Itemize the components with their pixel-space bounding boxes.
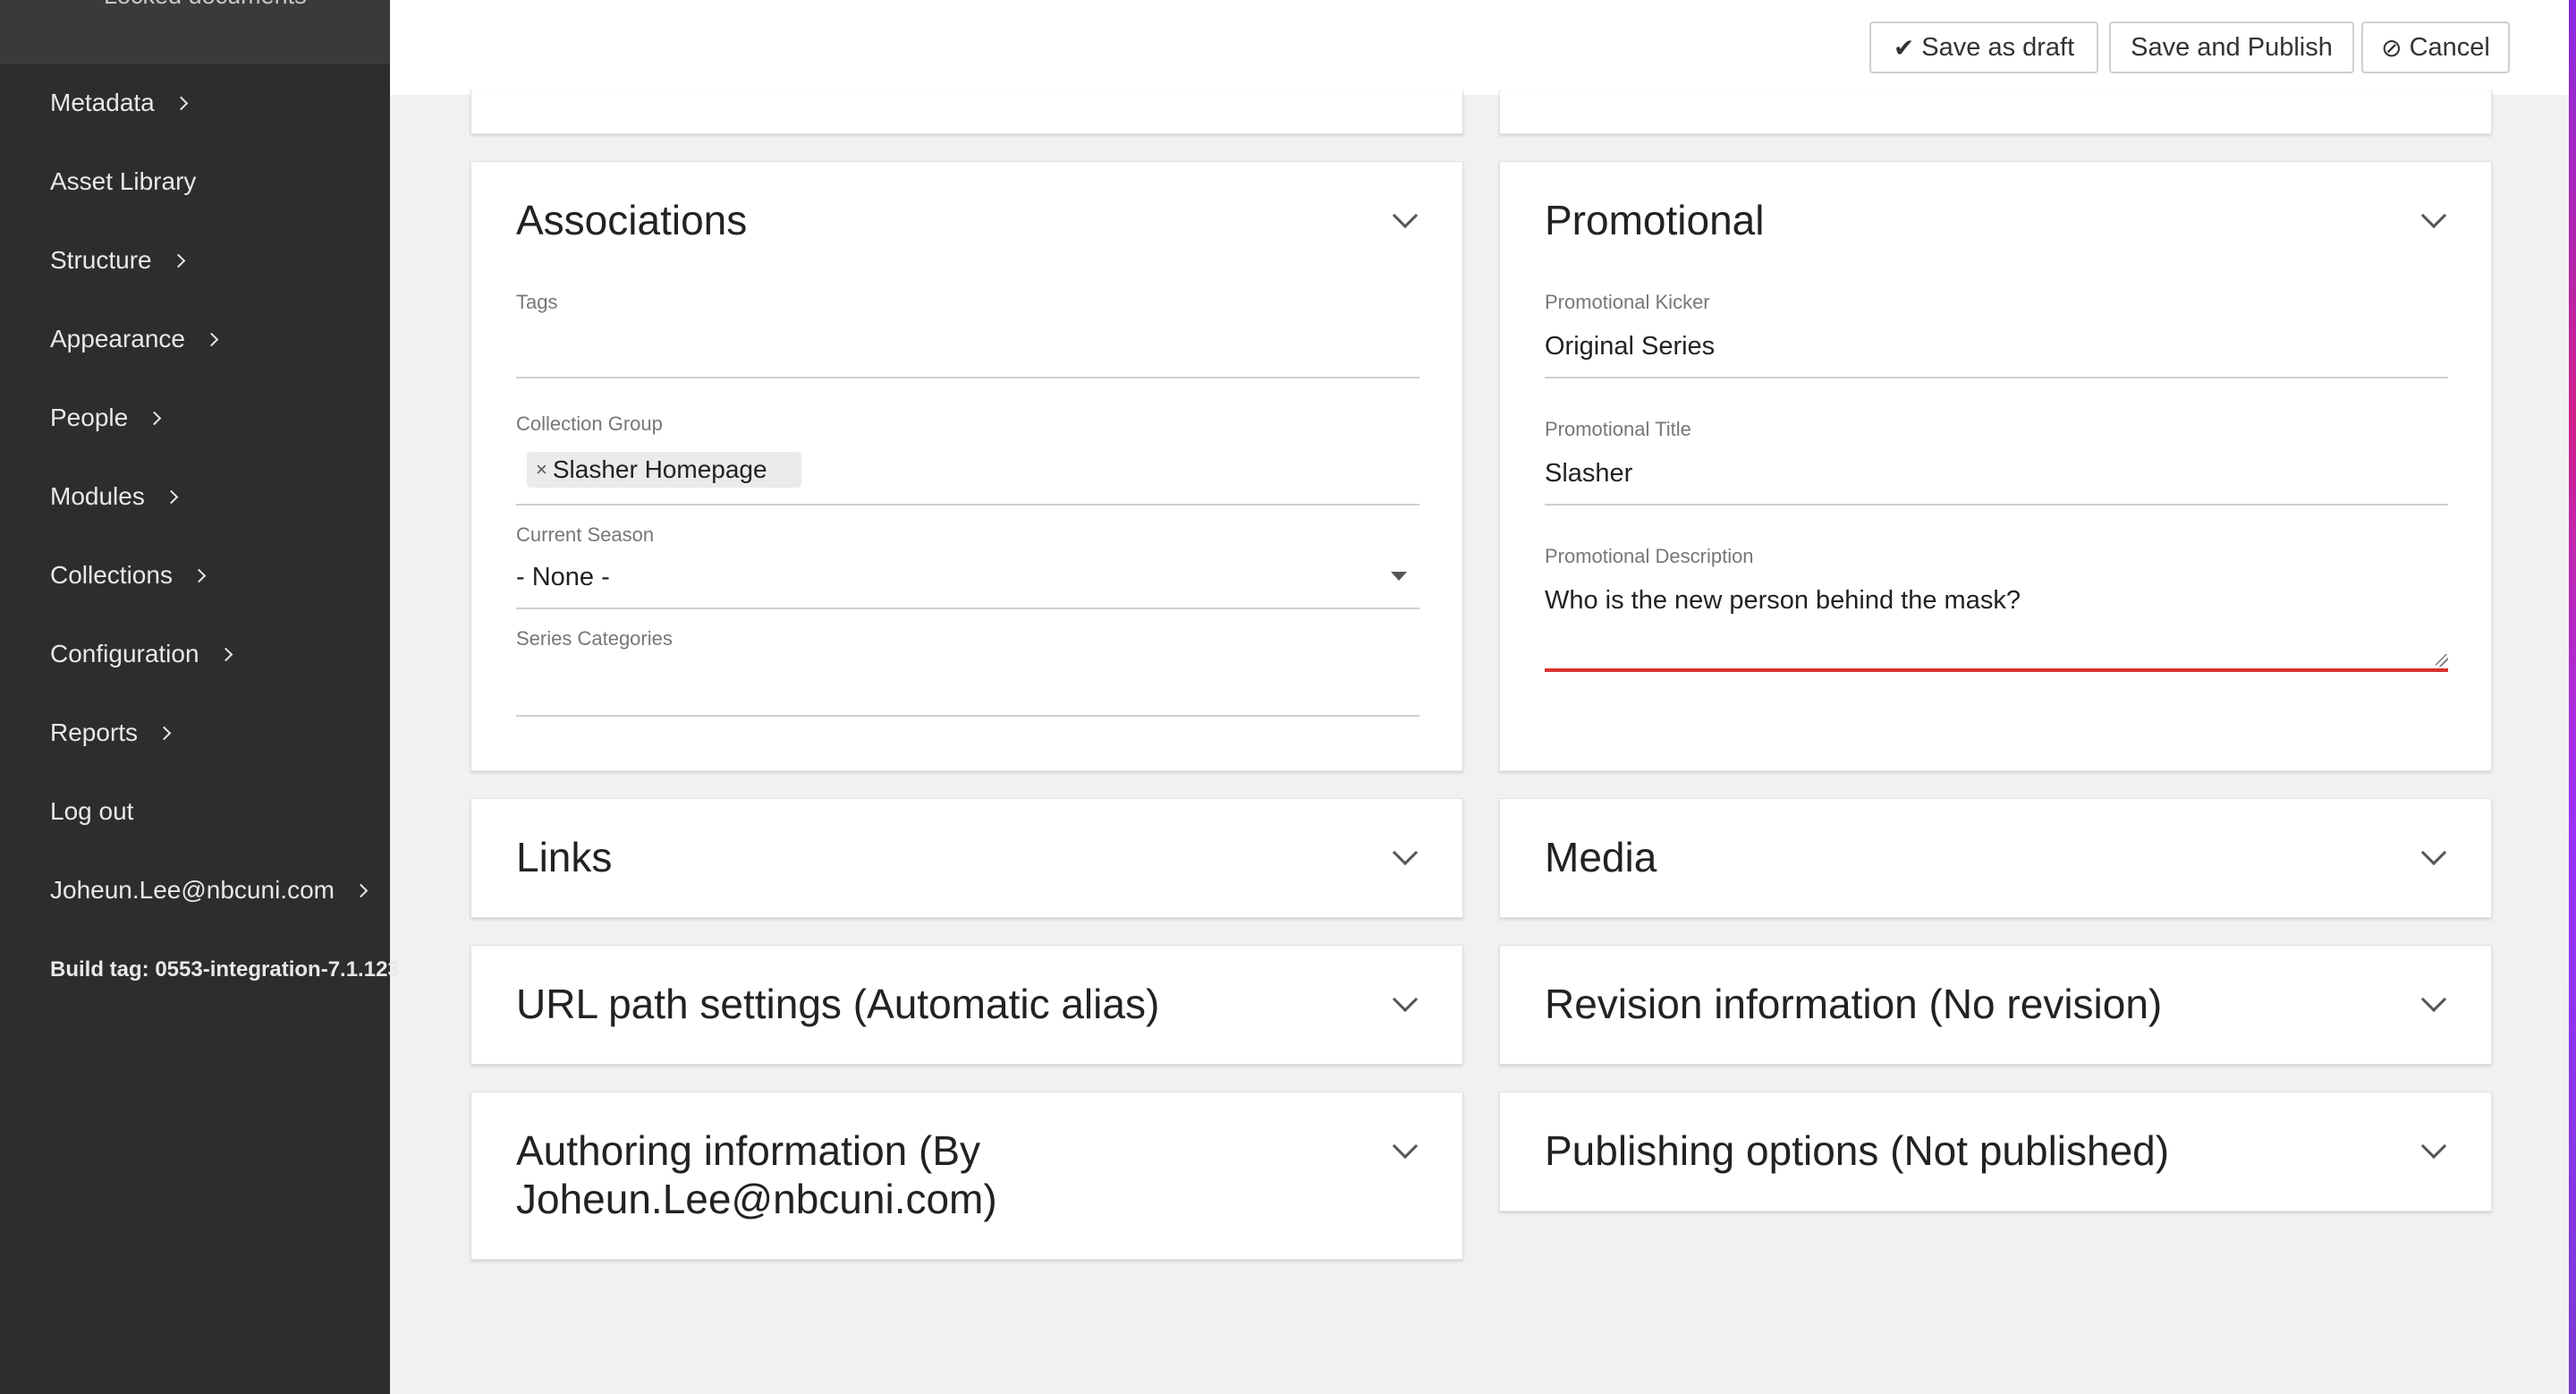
current-season-value: - None - xyxy=(516,563,610,591)
chevron-down-icon[interactable] xyxy=(1392,1133,1419,1160)
dropdown-caret-icon xyxy=(1391,572,1407,581)
current-season-underline xyxy=(516,608,1419,609)
sidebar-item-configuration[interactable]: Configuration xyxy=(50,636,233,672)
chevron-down-icon[interactable] xyxy=(1392,202,1419,229)
sidebar-item-log-out[interactable]: Log out xyxy=(50,794,133,829)
series-categories-underline xyxy=(516,715,1419,717)
sidebar-item-modules[interactable]: Modules xyxy=(50,479,179,514)
chevron-right-icon xyxy=(164,489,179,504)
sidebar-item-collections[interactable]: Collections xyxy=(50,557,207,593)
url-path-settings-card[interactable]: URL path settings (Automatic alias) xyxy=(470,945,1463,1065)
sidebar-item-locked-documents-label: Locked documents xyxy=(104,0,307,10)
publishing-options-card[interactable]: Publishing options (Not published) xyxy=(1499,1092,2492,1211)
cancel-button[interactable]: ⊘ Cancel xyxy=(2361,21,2510,73)
checkmark-icon: ✔ xyxy=(1893,33,1915,62)
sidebar-item-label: Log out xyxy=(50,797,134,825)
authoring-information-title-line2: Joheun.Lee@nbcuni.com) xyxy=(516,1176,997,1222)
sidebar-item-label: Collections xyxy=(50,561,173,589)
chevron-right-icon xyxy=(157,726,172,740)
chevron-right-icon xyxy=(171,253,185,268)
sidebar-item-label: Asset Library xyxy=(50,167,197,195)
sidebar-item-label: Metadata xyxy=(50,89,155,116)
sidebar-item-user-account[interactable]: Joheun.Lee@nbcuni.com xyxy=(50,872,369,908)
sidebar-item-label: Configuration xyxy=(50,640,199,667)
save-and-publish-button[interactable]: Save and Publish xyxy=(2109,21,2354,73)
chip-label: Slasher Homepage xyxy=(552,455,767,483)
chevron-right-icon xyxy=(147,411,162,425)
promotional-description-label: Promotional Description xyxy=(1545,545,1754,567)
cancel-label: Cancel xyxy=(2409,32,2490,62)
save-and-publish-label: Save and Publish xyxy=(2131,32,2333,62)
resize-handle-icon[interactable] xyxy=(2436,654,2448,667)
collection-group-underline xyxy=(516,504,1419,506)
chevron-right-icon xyxy=(204,332,219,346)
sidebar-item-label: Reports xyxy=(50,718,139,746)
tags-label: Tags xyxy=(516,291,558,313)
promotional-title-label: Promotional Title xyxy=(1545,418,1691,440)
chevron-down-icon[interactable] xyxy=(2420,986,2447,1013)
media-title: Media xyxy=(1545,834,1657,880)
sidebar-item-people[interactable]: People xyxy=(50,400,162,436)
save-as-draft-label: Save as draft xyxy=(1921,32,2075,62)
action-bar: ✔ Save as draft Save and Publish ⊘ Cance… xyxy=(390,0,2576,95)
promotional-title: Promotional xyxy=(1545,197,1765,243)
tags-underline xyxy=(516,377,1419,378)
collection-group-label: Collection Group xyxy=(516,412,663,435)
previous-section-card-right xyxy=(1499,89,2492,134)
chevron-right-icon xyxy=(353,883,369,897)
sidebar-item-reports[interactable]: Reports xyxy=(50,715,172,751)
series-categories-label: Series Categories xyxy=(516,627,673,650)
remove-chip-icon[interactable]: × xyxy=(536,458,547,481)
chevron-down-icon[interactable] xyxy=(2420,839,2447,866)
sidebar-item-label: Modules xyxy=(50,482,145,510)
links-card[interactable]: Links xyxy=(470,798,1463,918)
revision-information-title: Revision information (No revision) xyxy=(1545,981,2163,1027)
associations-card: Associations Tags Collection Group × Sla… xyxy=(470,161,1463,771)
sidebar-item-asset-library[interactable]: Asset Library xyxy=(50,164,196,200)
window-edge-decoration xyxy=(2569,0,2576,1394)
promotional-title-underline xyxy=(1545,504,2448,506)
chevron-right-icon xyxy=(218,647,233,661)
url-path-settings-title: URL path settings (Automatic alias) xyxy=(516,981,1160,1027)
publishing-options-title: Publishing options (Not published) xyxy=(1545,1127,2170,1174)
promotional-title-input[interactable]: Slasher xyxy=(1545,459,1632,489)
collection-group-chip: × Slasher Homepage xyxy=(527,452,801,488)
chevron-right-icon xyxy=(191,568,207,582)
sidebar-item-appearance[interactable]: Appearance xyxy=(50,321,219,357)
promotional-kicker-label: Promotional Kicker xyxy=(1545,291,1710,313)
links-title: Links xyxy=(516,834,613,880)
associations-title: Associations xyxy=(516,197,748,243)
promotional-description-textarea[interactable]: Who is the new person behind the mask? xyxy=(1545,586,2021,616)
sidebar-item-label: Appearance xyxy=(50,325,186,353)
current-season-label: Current Season xyxy=(516,523,655,546)
sidebar-item-metadata[interactable]: Metadata xyxy=(50,85,189,121)
sidebar-item-label: Structure xyxy=(50,246,152,274)
sidebar-item-label: Joheun.Lee@nbcuni.com xyxy=(50,876,335,904)
sidebar-item-label: People xyxy=(50,404,129,431)
revision-information-card[interactable]: Revision information (No revision) xyxy=(1499,945,2492,1065)
chevron-down-icon[interactable] xyxy=(2420,202,2447,229)
promotional-kicker-input[interactable]: Original Series xyxy=(1545,332,1715,361)
ban-icon: ⊘ xyxy=(2381,33,2402,62)
save-as-draft-button[interactable]: ✔ Save as draft xyxy=(1869,21,2098,73)
authoring-information-title-line1: Authoring information (By xyxy=(516,1127,981,1174)
previous-section-card-left xyxy=(470,89,1463,134)
media-card[interactable]: Media xyxy=(1499,798,2492,918)
build-tag: Build tag: 0553-integration-7.1.123 xyxy=(50,957,400,982)
chevron-right-icon xyxy=(174,96,189,110)
chevron-down-icon[interactable] xyxy=(1392,986,1419,1013)
promotional-kicker-underline xyxy=(1545,377,2448,378)
series-categories-input[interactable] xyxy=(516,667,1419,702)
promotional-description-underline-active xyxy=(1545,668,2448,672)
tags-input[interactable] xyxy=(516,330,1419,366)
admin-sidebar: Locked documents Metadata Asset Library … xyxy=(0,0,400,1394)
chevron-down-icon[interactable] xyxy=(2420,1133,2447,1160)
promotional-card: Promotional Promotional Kicker Original … xyxy=(1499,161,2492,771)
authoring-information-card[interactable]: Authoring information (By Joheun.Lee@nbc… xyxy=(470,1092,1463,1260)
current-season-select[interactable]: - None - xyxy=(516,563,1419,599)
chevron-down-icon[interactable] xyxy=(1392,839,1419,866)
sidebar-partial-item[interactable]: Locked documents xyxy=(0,0,390,64)
sidebar-item-structure[interactable]: Structure xyxy=(50,242,185,278)
